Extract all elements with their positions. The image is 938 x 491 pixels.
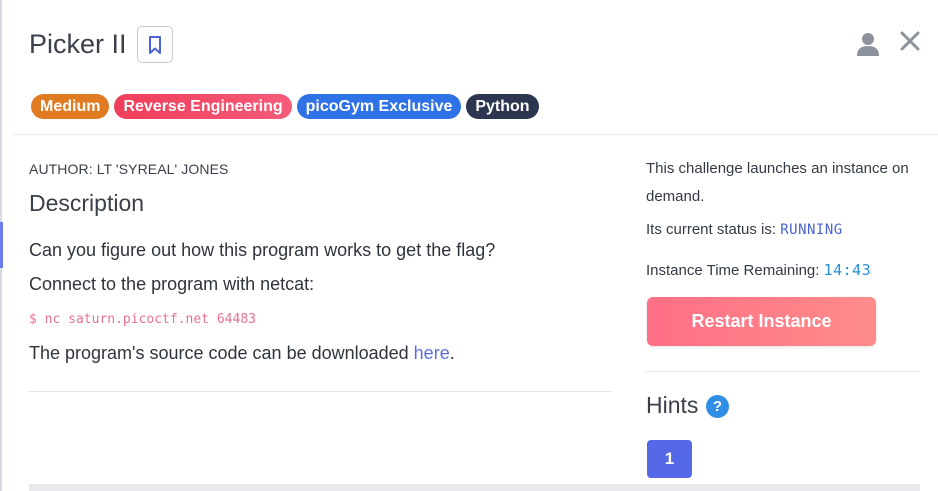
description-text: Can you figure out how this program work… (29, 240, 496, 260)
time-label: Instance Time Remaining: (646, 262, 824, 279)
language-tag[interactable]: Python (466, 94, 539, 119)
source-download-link[interactable]: here (414, 343, 450, 363)
author-line: AUTHOR: LT 'SYREAL' JONES (29, 161, 229, 177)
difficulty-tag[interactable]: Medium (31, 94, 110, 119)
instance-info-line2: demand. (646, 188, 705, 205)
description-divider (28, 391, 612, 392)
header-divider (12, 134, 938, 135)
event-tag[interactable]: picoGym Exclusive (296, 94, 462, 119)
help-icon[interactable]: ? (706, 395, 729, 418)
sidebar-divider (646, 371, 920, 372)
status-label: Its current status is: (646, 221, 781, 238)
bottom-scroll-area (29, 484, 920, 491)
left-scroll-indicator (0, 222, 3, 268)
description-heading: Description (29, 190, 145, 216)
source-code-text: The program's source code can be downloa… (29, 343, 414, 363)
connect-instructions: Connect to the program with netcat: (29, 274, 315, 294)
bookmark-button[interactable] (137, 26, 173, 63)
bookmark-icon (149, 35, 161, 54)
instance-info-line1: This challenge launches an instance on (646, 160, 909, 177)
close-icon[interactable] (899, 30, 921, 52)
source-code-period: . (449, 343, 455, 363)
user-icon[interactable] (857, 31, 879, 57)
source-code-line: The program's source code can be downloa… (29, 343, 455, 364)
tag-list: Medium Reverse Engineering picoGym Exclu… (31, 94, 539, 119)
restart-instance-button[interactable]: Restart Instance (647, 297, 876, 346)
hint-button-1[interactable]: 1 (647, 440, 692, 478)
category-tag[interactable]: Reverse Engineering (114, 94, 292, 119)
instance-time: Instance Time Remaining: 14:43 (646, 256, 871, 285)
challenge-header: Picker II Medium Reverse Engineering pic… (0, 0, 938, 135)
instance-status: Its current status is: RUNNING (646, 216, 843, 244)
netcat-command: $ nc saturn.picoctf.net 64483 (29, 312, 256, 327)
challenge-title: Picker II (29, 29, 127, 59)
status-value: RUNNING (780, 222, 843, 238)
hints-heading: Hints (646, 392, 699, 418)
time-remaining-value: 14:43 (823, 261, 872, 279)
